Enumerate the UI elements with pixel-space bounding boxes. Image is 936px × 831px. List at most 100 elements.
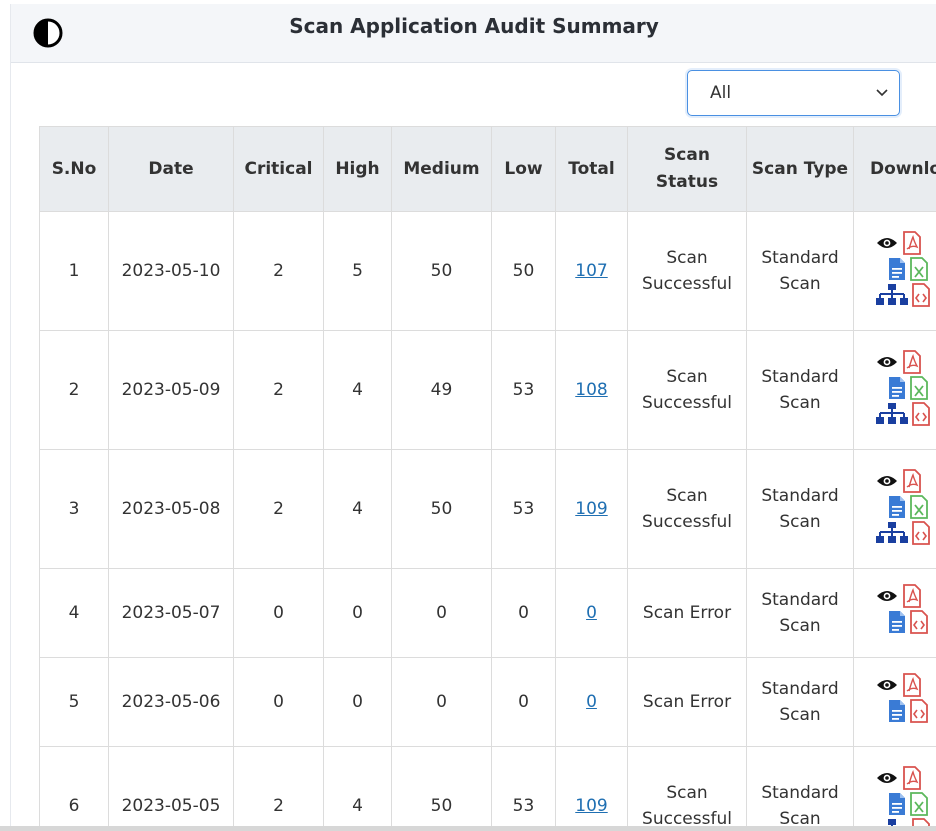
table-row: 4 2023-05-07 0 0 0 0 0 Scan Error Standa… bbox=[39, 568, 936, 658]
total-link[interactable]: 109 bbox=[575, 796, 607, 816]
cell-scan-status: Scan Successful bbox=[627, 330, 747, 450]
cell-scan-type: Standard Scan bbox=[746, 568, 854, 658]
cell-date: 2023-05-08 bbox=[108, 449, 234, 569]
code-file-icon[interactable] bbox=[912, 402, 930, 426]
total-link[interactable]: 0 bbox=[586, 692, 597, 712]
cell-sno: 4 bbox=[39, 568, 109, 658]
eye-icon[interactable] bbox=[876, 355, 898, 369]
table-row: 1 2023-05-10 2 5 50 50 107 Scan Successf… bbox=[39, 211, 936, 331]
col-header-total[interactable]: Total bbox=[555, 126, 628, 212]
cell-low: 53 bbox=[491, 746, 556, 831]
code-file-icon[interactable] bbox=[910, 610, 928, 634]
eye-icon[interactable] bbox=[876, 589, 898, 603]
table-row: 5 2023-05-06 0 0 0 0 0 Scan Error Standa… bbox=[39, 657, 936, 747]
cell-critical: 0 bbox=[233, 657, 324, 747]
page-header: Scan Application Audit Summary bbox=[10, 4, 936, 63]
document-icon[interactable] bbox=[888, 495, 906, 519]
cell-date: 2023-05-06 bbox=[108, 657, 234, 747]
cell-download bbox=[853, 449, 936, 569]
total-link[interactable]: 0 bbox=[586, 603, 597, 623]
scan-filter-select[interactable]: All bbox=[687, 70, 900, 116]
excel-icon[interactable] bbox=[910, 792, 928, 816]
cell-date: 2023-05-07 bbox=[108, 568, 234, 658]
excel-icon[interactable] bbox=[910, 495, 928, 519]
document-icon[interactable] bbox=[888, 257, 906, 281]
code-file-icon[interactable] bbox=[910, 699, 928, 723]
cell-medium: 0 bbox=[391, 657, 492, 747]
eye-icon[interactable] bbox=[876, 474, 898, 488]
cell-download bbox=[853, 211, 936, 331]
cell-scan-status: Scan Error bbox=[627, 657, 747, 747]
col-header-scan-type[interactable]: Scan Type bbox=[746, 126, 854, 212]
cell-download bbox=[853, 568, 936, 658]
pdf-icon[interactable] bbox=[902, 469, 922, 493]
total-link[interactable]: 109 bbox=[575, 499, 607, 519]
col-header-low[interactable]: Low bbox=[491, 126, 556, 212]
pdf-icon[interactable] bbox=[902, 673, 922, 697]
cell-download bbox=[853, 657, 936, 747]
cell-high: 0 bbox=[323, 568, 392, 658]
document-icon[interactable] bbox=[888, 699, 906, 723]
cell-medium: 50 bbox=[391, 746, 492, 831]
cell-total: 0 bbox=[555, 657, 628, 747]
document-icon[interactable] bbox=[888, 610, 906, 634]
cell-low: 50 bbox=[491, 211, 556, 331]
cell-scan-type: Standard Scan bbox=[746, 211, 854, 331]
col-header-high[interactable]: High bbox=[323, 126, 392, 212]
eye-icon[interactable] bbox=[876, 236, 898, 250]
cell-download bbox=[853, 330, 936, 450]
cell-medium: 49 bbox=[391, 330, 492, 450]
total-link[interactable]: 108 bbox=[575, 380, 607, 400]
pdf-icon[interactable] bbox=[902, 766, 922, 790]
excel-icon[interactable] bbox=[910, 376, 928, 400]
cell-download bbox=[853, 746, 936, 831]
cell-scan-status: Scan Error bbox=[627, 568, 747, 658]
cell-high: 5 bbox=[323, 211, 392, 331]
sitemap-icon[interactable] bbox=[876, 522, 908, 544]
pdf-icon[interactable] bbox=[902, 584, 922, 608]
horizontal-scrollbar[interactable] bbox=[0, 826, 936, 831]
code-file-icon[interactable] bbox=[912, 521, 930, 545]
cell-low: 0 bbox=[491, 657, 556, 747]
cell-total: 109 bbox=[555, 746, 628, 831]
col-header-medium[interactable]: Medium bbox=[391, 126, 492, 212]
total-link[interactable]: 107 bbox=[575, 261, 607, 281]
chevron-down-icon bbox=[876, 89, 888, 97]
cell-scan-status: Scan Successful bbox=[627, 449, 747, 569]
sitemap-icon[interactable] bbox=[876, 284, 908, 306]
cell-sno: 1 bbox=[39, 211, 109, 331]
sitemap-icon[interactable] bbox=[876, 403, 908, 425]
pdf-icon[interactable] bbox=[902, 350, 922, 374]
cell-date: 2023-05-09 bbox=[108, 330, 234, 450]
cell-high: 4 bbox=[323, 449, 392, 569]
cell-scan-type: Standard Scan bbox=[746, 330, 854, 450]
col-header-date[interactable]: Date bbox=[108, 126, 234, 212]
document-icon[interactable] bbox=[888, 376, 906, 400]
col-header-download[interactable]: Download bbox=[853, 126, 936, 212]
cell-total: 109 bbox=[555, 449, 628, 569]
page-title: Scan Application Audit Summary bbox=[289, 14, 659, 38]
pdf-icon[interactable] bbox=[902, 231, 922, 255]
cell-high: 4 bbox=[323, 330, 392, 450]
col-header-sno[interactable]: S.No bbox=[39, 126, 109, 212]
cell-critical: 2 bbox=[233, 449, 324, 569]
document-icon[interactable] bbox=[888, 792, 906, 816]
eye-icon[interactable] bbox=[876, 678, 898, 692]
cell-scan-type: Standard Scan bbox=[746, 449, 854, 569]
code-file-icon[interactable] bbox=[912, 283, 930, 307]
cell-total: 0 bbox=[555, 568, 628, 658]
eye-icon[interactable] bbox=[876, 771, 898, 785]
excel-icon[interactable] bbox=[910, 257, 928, 281]
cell-medium: 0 bbox=[391, 568, 492, 658]
col-header-scan-status[interactable]: Scan Status bbox=[627, 126, 747, 212]
cell-critical: 2 bbox=[233, 211, 324, 331]
cell-date: 2023-05-10 bbox=[108, 211, 234, 331]
table-row: 2 2023-05-09 2 4 49 53 108 Scan Successf… bbox=[39, 330, 936, 450]
audit-table-container: S.No Date Critical High Medium Low Total… bbox=[39, 126, 936, 831]
cell-scan-status: Scan Successful bbox=[627, 746, 747, 831]
cell-scan-type: Standard Scan bbox=[746, 657, 854, 747]
col-header-critical[interactable]: Critical bbox=[233, 126, 324, 212]
cell-sno: 3 bbox=[39, 449, 109, 569]
cell-scan-type: Standard Scan bbox=[746, 746, 854, 831]
cell-sno: 6 bbox=[39, 746, 109, 831]
